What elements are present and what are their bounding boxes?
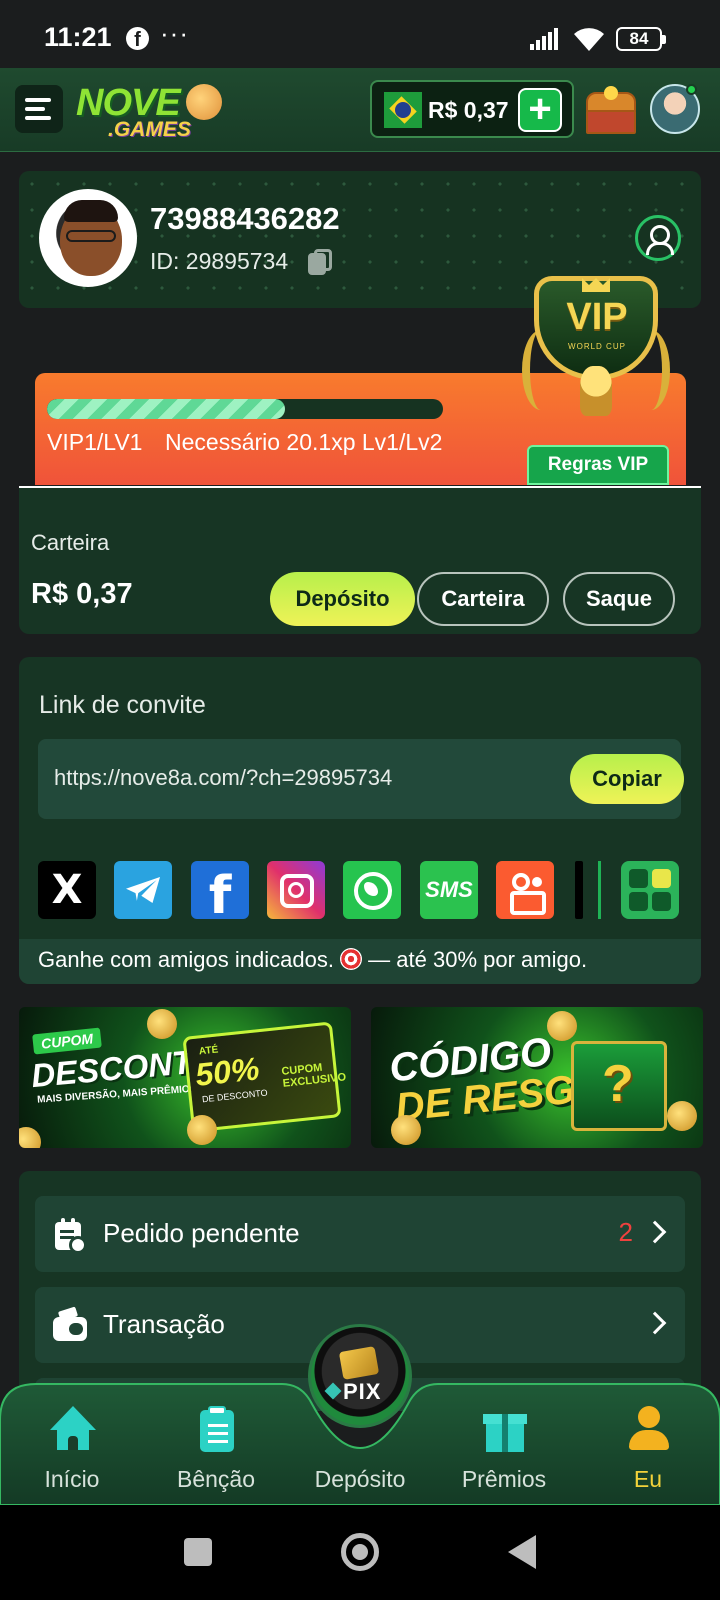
invite-title: Link de convite	[39, 691, 206, 719]
trophy-icon	[580, 366, 612, 416]
pending-count-badge: 2	[618, 1217, 633, 1247]
menu-item-label: Transação	[103, 1309, 225, 1339]
treasure-chest-icon[interactable]	[582, 82, 640, 138]
status-bar: 11:21 f ··· 84	[0, 0, 720, 68]
coin-icon	[667, 1101, 697, 1131]
nav-prizes[interactable]: Prêmios	[444, 1406, 564, 1496]
gift-icon	[482, 1406, 528, 1452]
status-icons: 84	[530, 24, 666, 54]
tiktok-share-icon[interactable]	[575, 861, 583, 919]
pix-icon	[324, 1382, 342, 1400]
invite-reward-text: Ganhe com amigos indicados. — até 30% po…	[38, 947, 588, 972]
chevron-right-icon	[643, 1220, 667, 1244]
logo-mascot-icon	[186, 84, 222, 120]
wallet-icon	[53, 1307, 87, 1343]
facebook-share-icon[interactable]: f	[191, 861, 249, 919]
discount-coupon-banner[interactable]: CUPOM DESCONTO MAIS DIVERSÃO, MAIS PRÊMI…	[19, 1007, 351, 1148]
status-time: 11:21	[44, 22, 112, 52]
target-icon	[340, 948, 363, 970]
signal-icon	[530, 28, 558, 50]
brazil-flag-icon	[384, 92, 422, 128]
header-balance[interactable]: R$ 0,37 +	[370, 80, 574, 138]
vip-level: VIP1/LV1	[47, 429, 143, 455]
chevron-right-icon	[643, 1311, 667, 1335]
edit-profile-icon[interactable]	[635, 215, 681, 261]
vip-requirement: Necessário 20.1xp Lv1/Lv2	[165, 429, 443, 455]
nav-me[interactable]: Eu	[588, 1406, 708, 1496]
add-funds-button[interactable]: +	[518, 88, 562, 132]
invite-link: https://nove8a.com/?ch=29895734	[54, 765, 393, 790]
facebook-notification-icon: f	[126, 27, 149, 51]
wallet-title: Carteira	[31, 530, 110, 555]
invite-footer: Ganhe com amigos indicados. — até 30% po…	[19, 939, 701, 984]
coin-icon	[147, 1009, 177, 1039]
clipboard-icon	[194, 1406, 240, 1452]
system-navigation-bar	[0, 1505, 720, 1600]
user-id: ID: 29895734	[150, 248, 289, 274]
more-notifications-icon: ···	[160, 18, 189, 48]
menu-item-label: Pedido pendente	[103, 1218, 300, 1248]
deposit-button[interactable]: Depósito	[270, 572, 415, 626]
app-header: NOVE .GAMES R$ 0,37 +	[0, 68, 720, 152]
battery-icon: 84	[616, 27, 666, 51]
menu-item-pending-orders[interactable]: Pedido pendente 2	[35, 1196, 685, 1272]
share-row: X f SMS	[38, 861, 679, 919]
sms-share-icon[interactable]: SMS	[420, 861, 478, 919]
menu-button[interactable]	[15, 85, 63, 133]
vip-progress-bar	[47, 399, 443, 419]
nav-blessing[interactable]: Bênção	[156, 1406, 276, 1496]
more-apps-icon[interactable]	[621, 861, 679, 919]
kwai-share-icon[interactable]	[496, 861, 554, 919]
username: 73988436282	[150, 201, 340, 236]
invite-link-box: https://nove8a.com/?ch=29895734 Copiar	[38, 739, 684, 819]
wallet-button[interactable]: Carteira	[417, 572, 549, 626]
coin-icon	[187, 1115, 217, 1145]
vip-progress-fill	[47, 399, 285, 419]
card-icon	[338, 1346, 380, 1380]
home-button[interactable]	[341, 1533, 379, 1571]
vip-badge[interactable]: VIP WORLD CUP	[522, 270, 670, 420]
coin-icon	[19, 1127, 41, 1148]
bottom-nav: Início Bênção Depósito PIX Prêmios Eu	[0, 1324, 720, 1505]
telegram-share-icon[interactable]	[114, 861, 172, 919]
wallet-card: Carteira R$ 0,37 Depósito Carteira Saque	[19, 486, 701, 634]
vip-rules-button[interactable]: Regras VIP	[527, 445, 669, 485]
copy-link-button[interactable]: Copiar	[570, 754, 684, 804]
online-indicator	[686, 84, 697, 95]
profile-avatar[interactable]	[39, 189, 137, 287]
user-icon	[626, 1406, 672, 1452]
whatsapp-share-icon[interactable]	[343, 861, 401, 919]
instagram-share-icon[interactable]	[267, 861, 325, 919]
coin-icon	[547, 1011, 577, 1041]
wallet-amount: R$ 0,37	[31, 578, 133, 610]
wifi-icon	[574, 28, 604, 51]
nav-home[interactable]: Início	[12, 1406, 132, 1496]
invite-card: Link de convite https://nove8a.com/?ch=2…	[19, 657, 701, 984]
pending-orders-icon	[53, 1216, 87, 1254]
header-balance-amount: R$ 0,37	[428, 97, 509, 123]
gift-box-icon: ?	[571, 1041, 667, 1131]
pix-deposit-button[interactable]: PIX	[308, 1324, 412, 1428]
app-logo[interactable]: NOVE .GAMES	[76, 78, 226, 144]
redeem-code-banner[interactable]: CÓDIGO DE RESGATE ?	[371, 1007, 703, 1148]
back-button[interactable]	[508, 1535, 536, 1569]
home-icon	[50, 1406, 96, 1452]
x-share-icon[interactable]: X	[38, 861, 96, 919]
coin-icon	[391, 1115, 421, 1145]
withdraw-button[interactable]: Saque	[563, 572, 675, 626]
share-divider	[598, 861, 601, 919]
copy-icon[interactable]	[308, 249, 332, 275]
recent-apps-button[interactable]	[184, 1538, 212, 1566]
